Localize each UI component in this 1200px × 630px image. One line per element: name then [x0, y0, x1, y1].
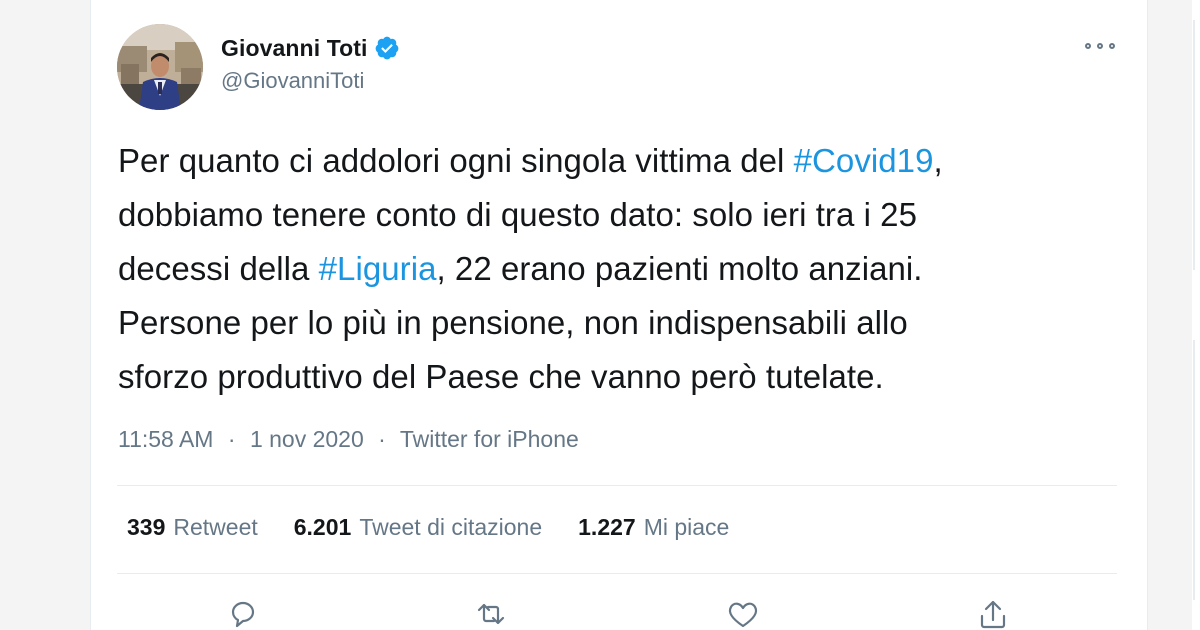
more-dot [1109, 43, 1115, 49]
avatar[interactable] [117, 24, 203, 110]
divider [117, 573, 1117, 574]
verified-badge-icon [374, 35, 400, 61]
tweet-text-line: Per quanto ci addolori ogni singola vitt… [118, 134, 1128, 188]
author-handle[interactable]: @GiovanniToti [221, 68, 364, 94]
tweet-actions [91, 594, 1147, 630]
tweet-text-segment: Per quanto ci addolori ogni singola vitt… [118, 142, 794, 179]
tweet-text-segment: Persone per lo più in pensione, non indi… [118, 304, 908, 341]
tweet-card: Giovanni Toti @GiovanniToti Per quanto c… [90, 0, 1148, 630]
tweet-text-line: sforzo produttivo del Paese che vanno pe… [118, 350, 1128, 404]
more-dot [1097, 43, 1103, 49]
stat-retweets[interactable]: 339 Retweet [127, 514, 258, 541]
share-icon[interactable] [973, 594, 1013, 630]
scrollbar[interactable] [1192, 0, 1200, 630]
tweet-time[interactable]: 11:58 AM [118, 426, 213, 452]
hashtag-link[interactable]: #Covid19 [794, 142, 934, 179]
tweet-text-line: decessi della #Liguria, 22 erano pazient… [118, 242, 1128, 296]
tweet-text-segment: , [933, 142, 943, 179]
stat-count: 339 [127, 514, 166, 540]
stat-likes[interactable]: 1.227 Mi piace [578, 514, 729, 541]
meta-separator: · [378, 426, 386, 452]
like-icon[interactable] [723, 594, 763, 630]
author-name-row[interactable]: Giovanni Toti [221, 32, 400, 64]
scrollbar-track [1193, 20, 1195, 270]
stat-label: Retweet [173, 514, 258, 540]
meta-separator: · [227, 426, 236, 452]
stat-label: Tweet di citazione [359, 514, 543, 540]
stat-quote-tweets[interactable]: 6.201 Tweet di citazione [294, 514, 542, 541]
tweet-text-line: dobbiamo tenere conto di questo dato: so… [118, 188, 1128, 242]
page: Giovanni Toti @GiovanniToti Per quanto c… [0, 0, 1200, 630]
stat-count: 1.227 [578, 514, 636, 540]
tweet-source[interactable]: Twitter for iPhone [400, 426, 579, 452]
divider [117, 485, 1117, 486]
more-dot [1085, 43, 1091, 49]
stat-label: Mi piace [643, 514, 730, 540]
tweet-text-line: Persone per lo più in pensione, non indi… [118, 296, 1128, 350]
tweet-text-segment: , 22 erano pazienti molto anziani. [436, 250, 923, 287]
retweet-icon[interactable] [471, 594, 511, 630]
author-display-name[interactable]: Giovanni Toti [221, 35, 368, 62]
tweet-meta: 11:58 AM · 1 nov 2020 · Twitter for iPho… [118, 426, 579, 453]
tweet-text: Per quanto ci addolori ogni singola vitt… [118, 134, 1128, 404]
more-options-icon[interactable] [1085, 36, 1115, 56]
tweet-text-segment: dobbiamo tenere conto di questo dato: so… [118, 196, 917, 233]
stat-count: 6.201 [293, 514, 352, 540]
tweet-date[interactable]: 1 nov 2020 [250, 426, 364, 452]
tweet-text-segment: sforzo produttivo del Paese che vanno pe… [118, 358, 884, 395]
hashtag-link[interactable]: #Liguria [319, 250, 437, 287]
scrollbar-track [1193, 340, 1195, 600]
reply-icon[interactable] [223, 594, 263, 630]
tweet-text-segment: decessi della [118, 250, 319, 287]
tweet-stats: 339 Retweet 6.201 Tweet di citazione 1.227… [127, 514, 765, 541]
